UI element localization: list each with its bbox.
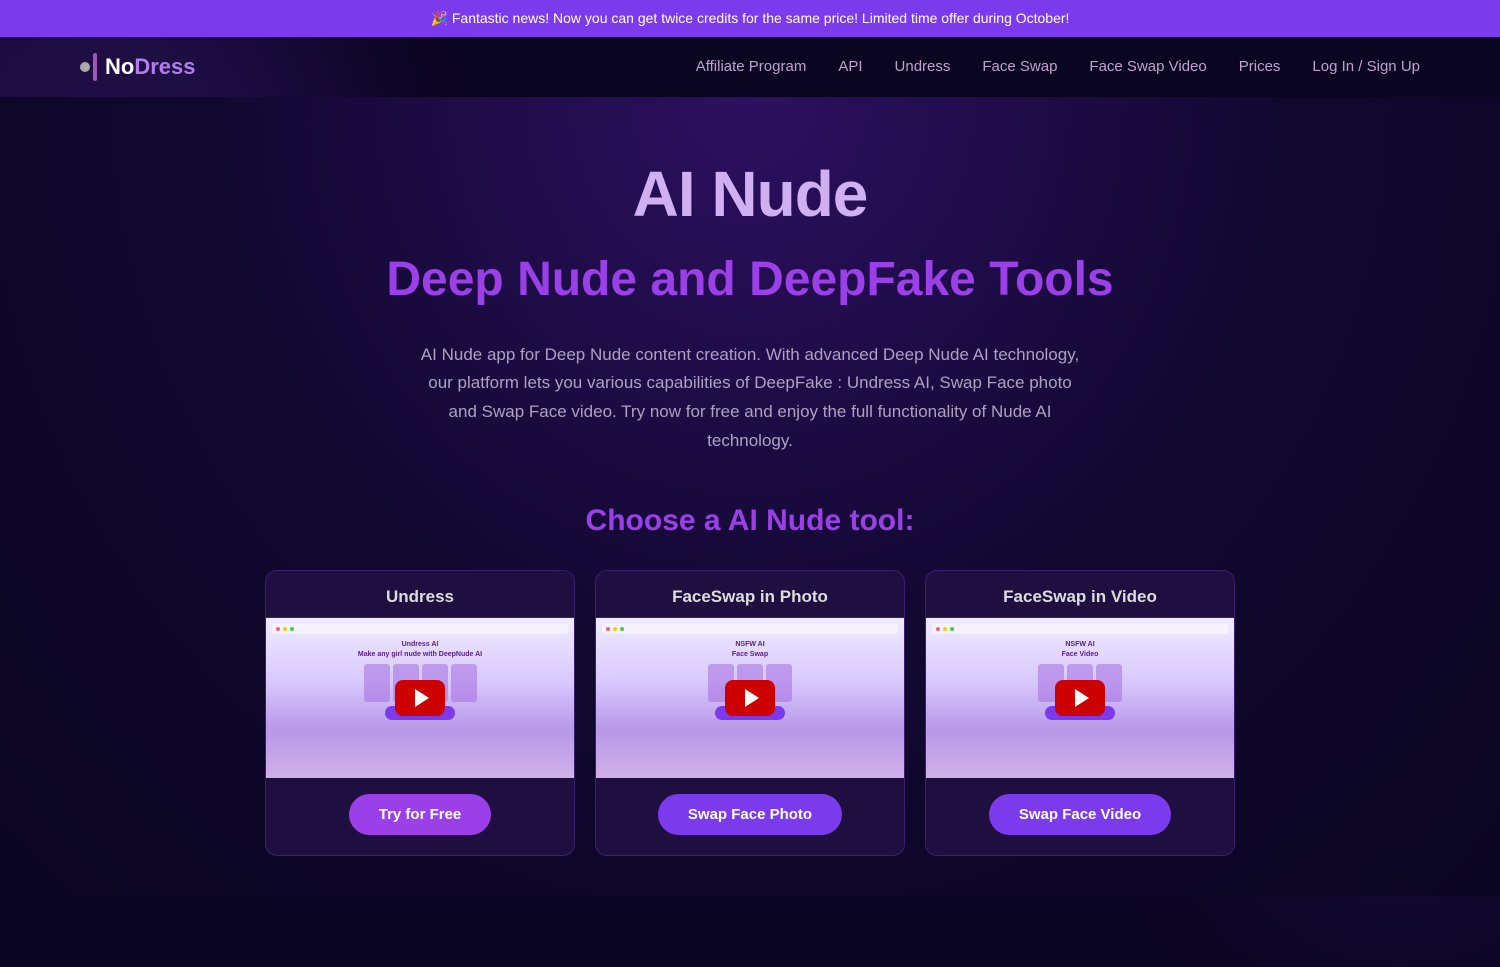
nav-item-prices[interactable]: Prices: [1239, 58, 1281, 76]
card1-subtitle: Make any girl nude with DeepNude AI: [358, 651, 482, 658]
card-faceswap-photo: FaceSwap in Photo NSFW AI Face Swap: [595, 570, 905, 856]
nav-item-faceswap-video[interactable]: Face Swap Video: [1089, 58, 1206, 76]
card3-subtitle: Face Video: [1062, 651, 1099, 658]
hero-title: AI Nude: [20, 157, 1480, 231]
nav-item-affiliate[interactable]: Affiliate Program: [696, 58, 807, 76]
card-undress: Undress Undress AI Make any girl nude wi…: [265, 570, 575, 856]
nav-link-prices[interactable]: Prices: [1239, 58, 1281, 75]
dot-red-3: [936, 627, 940, 631]
dot-green-2: [620, 627, 624, 631]
nav-link-api[interactable]: API: [838, 58, 862, 75]
nav-link-faceswap[interactable]: Face Swap: [982, 58, 1057, 75]
dot-yellow-2: [613, 627, 617, 631]
nav-item-login[interactable]: Log In / Sign Up: [1312, 58, 1420, 76]
nav-link-faceswap-video[interactable]: Face Swap Video: [1089, 58, 1206, 75]
dot-red-1: [276, 627, 280, 631]
nav-item-undress[interactable]: Undress: [895, 58, 951, 76]
browser-bar-1: [272, 624, 568, 634]
logo-circle: [80, 62, 90, 72]
dot-green-3: [950, 627, 954, 631]
navbar: NoDress Affiliate Program API Undress Fa…: [0, 37, 1500, 97]
card-undress-thumbnail: Undress AI Make any girl nude with DeepN…: [266, 618, 574, 778]
announcement-banner: 🎉 Fantastic news! Now you can get twice …: [0, 0, 1500, 37]
card-faceswap-video-header: FaceSwap in Video: [926, 571, 1234, 618]
browser-bar-3: [932, 624, 1228, 634]
card-faceswap-video-thumbnail: NSFW AI Face Video: [926, 618, 1234, 778]
card-faceswap-video-button[interactable]: Swap Face Video: [989, 794, 1171, 835]
logo-dress: Dress: [134, 54, 195, 79]
card3-nsfw: NSFW AI: [1065, 641, 1094, 648]
logo-no: No: [105, 54, 134, 79]
card1-fig-1: [364, 664, 390, 702]
card1-title: Undress AI: [402, 641, 439, 648]
logo-icon: [80, 53, 97, 81]
card-faceswap-photo-play-button[interactable]: [725, 680, 775, 716]
card2-label-top: NSFW AI Face Swap: [732, 640, 768, 660]
dot-yellow-1: [283, 627, 287, 631]
nav-links: Affiliate Program API Undress Face Swap …: [696, 58, 1420, 76]
card2-nsfw: NSFW AI: [735, 641, 764, 648]
announcement-text: 🎉 Fantastic news! Now you can get twice …: [431, 10, 1070, 26]
dot-red-2: [606, 627, 610, 631]
card-undress-header: Undress: [266, 571, 574, 618]
card-faceswap-photo-header: FaceSwap in Photo: [596, 571, 904, 618]
nav-link-undress[interactable]: Undress: [895, 58, 951, 75]
logo-text: NoDress: [105, 54, 195, 80]
card3-label-top: NSFW AI Face Video: [1062, 640, 1099, 660]
choose-title: Choose a AI Nude tool:: [20, 504, 1480, 538]
card-faceswap-photo-button[interactable]: Swap Face Photo: [658, 794, 842, 835]
logo-bar: [93, 53, 97, 81]
card-faceswap-photo-thumbnail: NSFW AI Face Swap: [596, 618, 904, 778]
card1-label-top: Undress AI Make any girl nude with DeepN…: [358, 640, 482, 660]
dot-yellow-3: [943, 627, 947, 631]
nav-item-faceswap[interactable]: Face Swap: [982, 58, 1057, 76]
card1-fig-4: [451, 664, 477, 702]
card-undress-play-button[interactable]: [395, 680, 445, 716]
card2-subtitle: Face Swap: [732, 651, 768, 658]
cards-row: Undress Undress AI Make any girl nude wi…: [20, 570, 1480, 856]
hero-section: AI Nude Deep Nude and DeepFake Tools AI …: [0, 97, 1500, 896]
hero-subtitle: Deep Nude and DeepFake Tools: [20, 251, 1480, 309]
nav-item-api[interactable]: API: [838, 58, 862, 76]
card-faceswap-video-play-button[interactable]: [1055, 680, 1105, 716]
card-undress-button[interactable]: Try for Free: [349, 794, 492, 835]
card-faceswap-video: FaceSwap in Video NSFW AI Face Video: [925, 570, 1235, 856]
logo[interactable]: NoDress: [80, 53, 195, 81]
nav-link-login[interactable]: Log In / Sign Up: [1312, 58, 1420, 75]
nav-link-affiliate[interactable]: Affiliate Program: [696, 58, 807, 75]
hero-description: AI Nude app for Deep Nude content creati…: [420, 341, 1080, 457]
browser-bar-2: [602, 624, 898, 634]
dot-green-1: [290, 627, 294, 631]
